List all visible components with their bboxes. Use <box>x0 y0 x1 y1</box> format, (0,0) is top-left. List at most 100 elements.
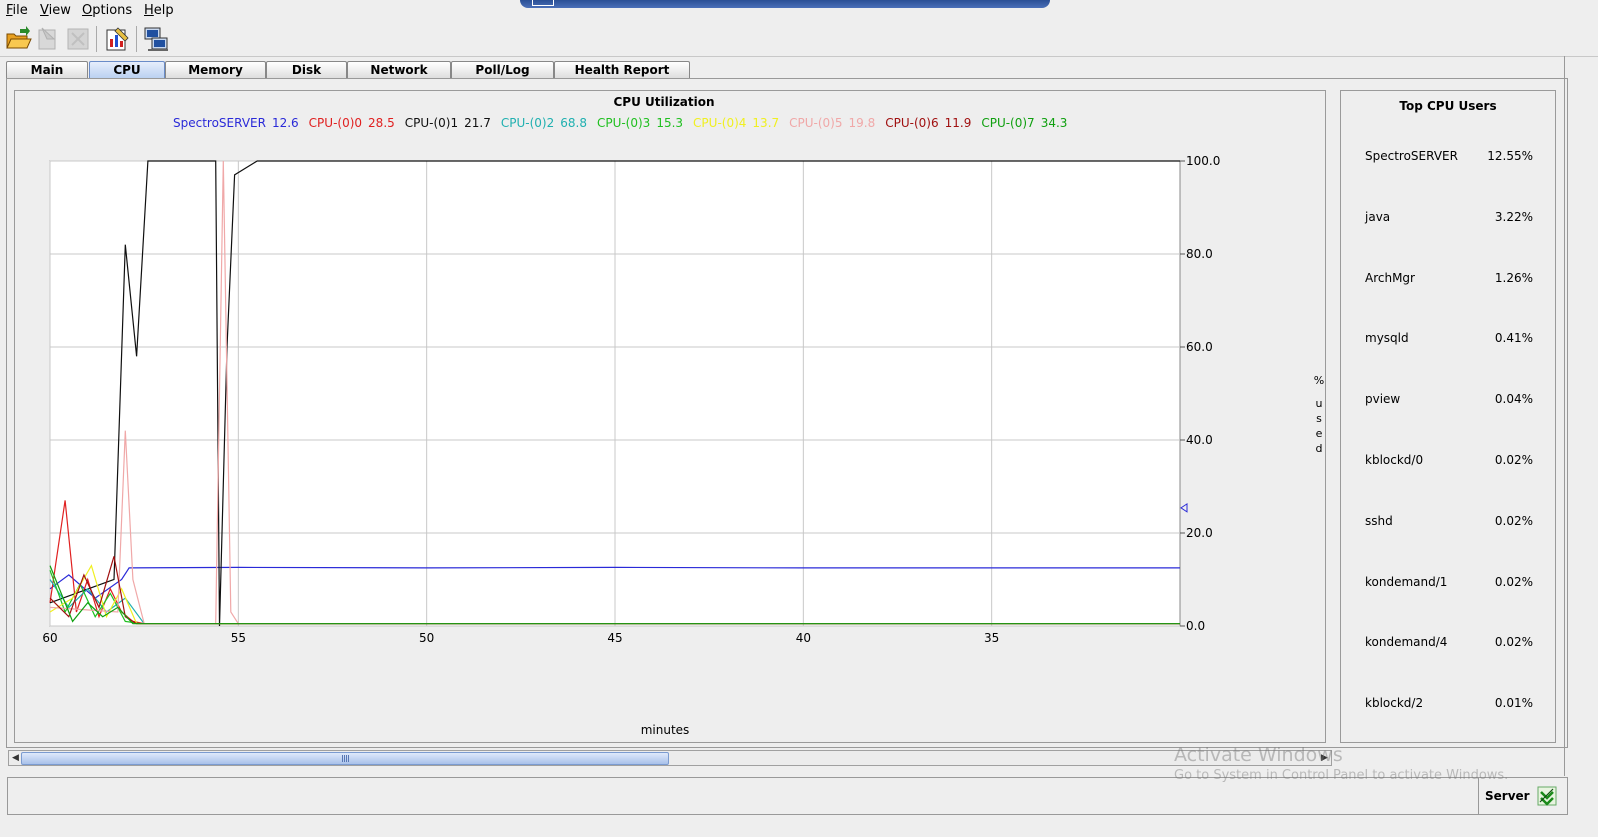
tab-bar: Main CPU Memory Disk Network Poll/Log He… <box>0 60 1598 80</box>
menu-help-mnemonic: H <box>144 3 154 18</box>
process-row: java 3.22% <box>1365 210 1533 226</box>
toolbar-separator <box>96 26 97 52</box>
process-cpu-percent: 0.41% <box>1494 331 1533 346</box>
tab-cpu[interactable]: CPU <box>89 61 165 79</box>
process-row: mysqld 0.41% <box>1365 331 1533 347</box>
menu-file-label: ile <box>12 3 28 18</box>
y-axis-label-char: d <box>1315 442 1323 455</box>
y-axis-label-char: s <box>1316 412 1322 425</box>
legend-series-name: CPU-(0)3 <box>596 116 651 130</box>
legend-series-name: CPU-(0)2 <box>500 116 555 130</box>
menu-view[interactable]: View <box>40 3 71 18</box>
x-tick-label: 55 <box>231 631 246 645</box>
x-tick-label: 45 <box>607 631 622 645</box>
legend-series-name: SpectroSERVER <box>173 116 266 130</box>
menu-help-label: elp <box>153 3 174 18</box>
y-axis-label: % u s e d <box>1312 373 1326 456</box>
process-name: java <box>1365 209 1391 224</box>
title-strip-cap <box>532 0 554 6</box>
y-tick-label: 60.0 <box>1186 340 1213 354</box>
process-name: mysqld <box>1365 331 1409 346</box>
process-name: kondemand/1 <box>1365 574 1448 589</box>
process-cpu-percent: 0.02% <box>1494 513 1533 528</box>
menu-view-label: iew <box>48 3 71 18</box>
menu-options-label: ptions <box>92 3 133 18</box>
top-cpu-users-title: Top CPU Users <box>1399 99 1497 113</box>
menu-options-mnemonic: O <box>82 3 93 18</box>
legend-series-name: CPU-(0)7 <box>981 116 1035 130</box>
process-cpu-percent: 0.04% <box>1494 392 1533 407</box>
edit-chart-icon[interactable] <box>103 25 131 53</box>
legend-series-name: CPU-(0)1 <box>404 116 459 130</box>
cpu-utilization-chart: 60 55 50 45 40 35 0.0 20.0 40.0 60.0 80.0 100.0 <box>42 154 1220 645</box>
legend-series-name: CPU-(0)6 <box>885 116 939 130</box>
y-tick-label: 80.0 <box>1186 247 1213 261</box>
menu-options[interactable]: Options <box>82 3 132 18</box>
disabled-icon[interactable] <box>64 25 92 53</box>
legend-series-value: 21.7 <box>464 116 491 130</box>
legend-item: CPU-(0)2 68.8 <box>501 116 587 130</box>
menu-help[interactable]: Help <box>144 3 174 18</box>
process-name: kblockd/2 <box>1365 696 1424 711</box>
process-cpu-percent: 12.55% <box>1487 149 1533 163</box>
process-row: SpectroSERVER 12.55% <box>1365 149 1533 165</box>
server-connected-icon[interactable] <box>1537 786 1557 806</box>
legend-item: SpectroSERVER 12.6 <box>173 116 299 130</box>
legend-series-value: 68.8 <box>560 116 587 130</box>
process-row: kblockd/0 0.02% <box>1365 453 1533 469</box>
process-cpu-percent: 0.02% <box>1494 574 1533 589</box>
process-row: kondemand/4 0.02% <box>1365 635 1533 651</box>
network-computer-icon[interactable] <box>142 25 170 53</box>
x-tick-label: 35 <box>984 631 999 645</box>
scroll-thumb[interactable] <box>21 752 669 765</box>
activation-watermark-text: Go to System in Control Panel to activat… <box>1174 768 1509 783</box>
cpu-chart-panel: 60 55 50 45 40 35 0.0 20.0 40.0 60.0 80.0 100.0 CPU… <box>14 90 1326 743</box>
tab-health-report[interactable]: Health Report <box>554 61 690 79</box>
process-cpu-percent: 0.02% <box>1494 635 1533 650</box>
server-label: Server <box>1485 789 1530 803</box>
scroll-grip-icon <box>342 755 349 762</box>
legend-series-value: 12.6 <box>271 116 299 130</box>
y-tick-label: 0.0 <box>1186 619 1205 633</box>
activation-watermark-title: Activate Windows <box>1174 744 1343 766</box>
y-axis-label-char: % <box>1313 374 1325 387</box>
toolbar-separator <box>136 26 137 52</box>
disabled-icon[interactable] <box>34 25 62 53</box>
y-tick-label: 20.0 <box>1186 526 1213 540</box>
open-folder-icon[interactable] <box>4 25 32 53</box>
legend-item: CPU-(0)7 34.3 <box>981 116 1067 130</box>
process-name: pview <box>1365 392 1401 407</box>
window-title-strip <box>520 0 1050 8</box>
tab-network[interactable]: Network <box>347 61 451 79</box>
process-name: sshd <box>1365 513 1393 528</box>
x-tick-label: 60 <box>42 631 57 645</box>
y-axis-label-char: e <box>1315 427 1323 440</box>
tab-disk[interactable]: Disk <box>266 61 347 79</box>
process-name: kondemand/4 <box>1365 635 1448 650</box>
legend-series-value: 15.3 <box>656 116 684 130</box>
process-name: ArchMgr <box>1365 270 1415 285</box>
chart-title: CPU Utilization <box>613 95 715 109</box>
legend-series-value: 34.3 <box>1040 116 1068 130</box>
tab-poll-log[interactable]: Poll/Log <box>451 61 554 79</box>
legend-series-value: 28.5 <box>368 116 395 130</box>
chart-legend: SpectroSERVER 12.6 CPU-(0)0 28.5 CPU-(0)1 21.… <box>173 116 1077 132</box>
chart-horizontal-scrollbar[interactable]: ◀ ▶ <box>8 750 1332 766</box>
y-tick-label: 40.0 <box>1186 433 1213 447</box>
current-value-marker <box>1180 502 1188 513</box>
menu-file[interactable]: File <box>6 3 28 18</box>
menu-view-mnemonic: V <box>40 3 49 18</box>
process-row: kondemand/1 0.02% <box>1365 575 1533 591</box>
legend-series-value: 13.7 <box>752 116 780 130</box>
legend-series-name: CPU-(0)4 <box>693 116 747 130</box>
tab-memory[interactable]: Memory <box>165 61 266 79</box>
y-axis-label-char: u <box>1315 397 1323 410</box>
process-cpu-percent: 3.22% <box>1494 209 1533 224</box>
process-cpu-percent: 1.26% <box>1494 270 1533 285</box>
x-axis-label: minutes <box>640 723 690 737</box>
process-row: kblockd/2 0.01% <box>1365 696 1533 712</box>
legend-item: CPU-(0)4 13.7 <box>693 116 779 130</box>
process-row: sshd 0.02% <box>1365 514 1533 530</box>
process-cpu-percent: 0.01% <box>1494 696 1533 711</box>
tab-main[interactable]: Main <box>6 61 88 79</box>
